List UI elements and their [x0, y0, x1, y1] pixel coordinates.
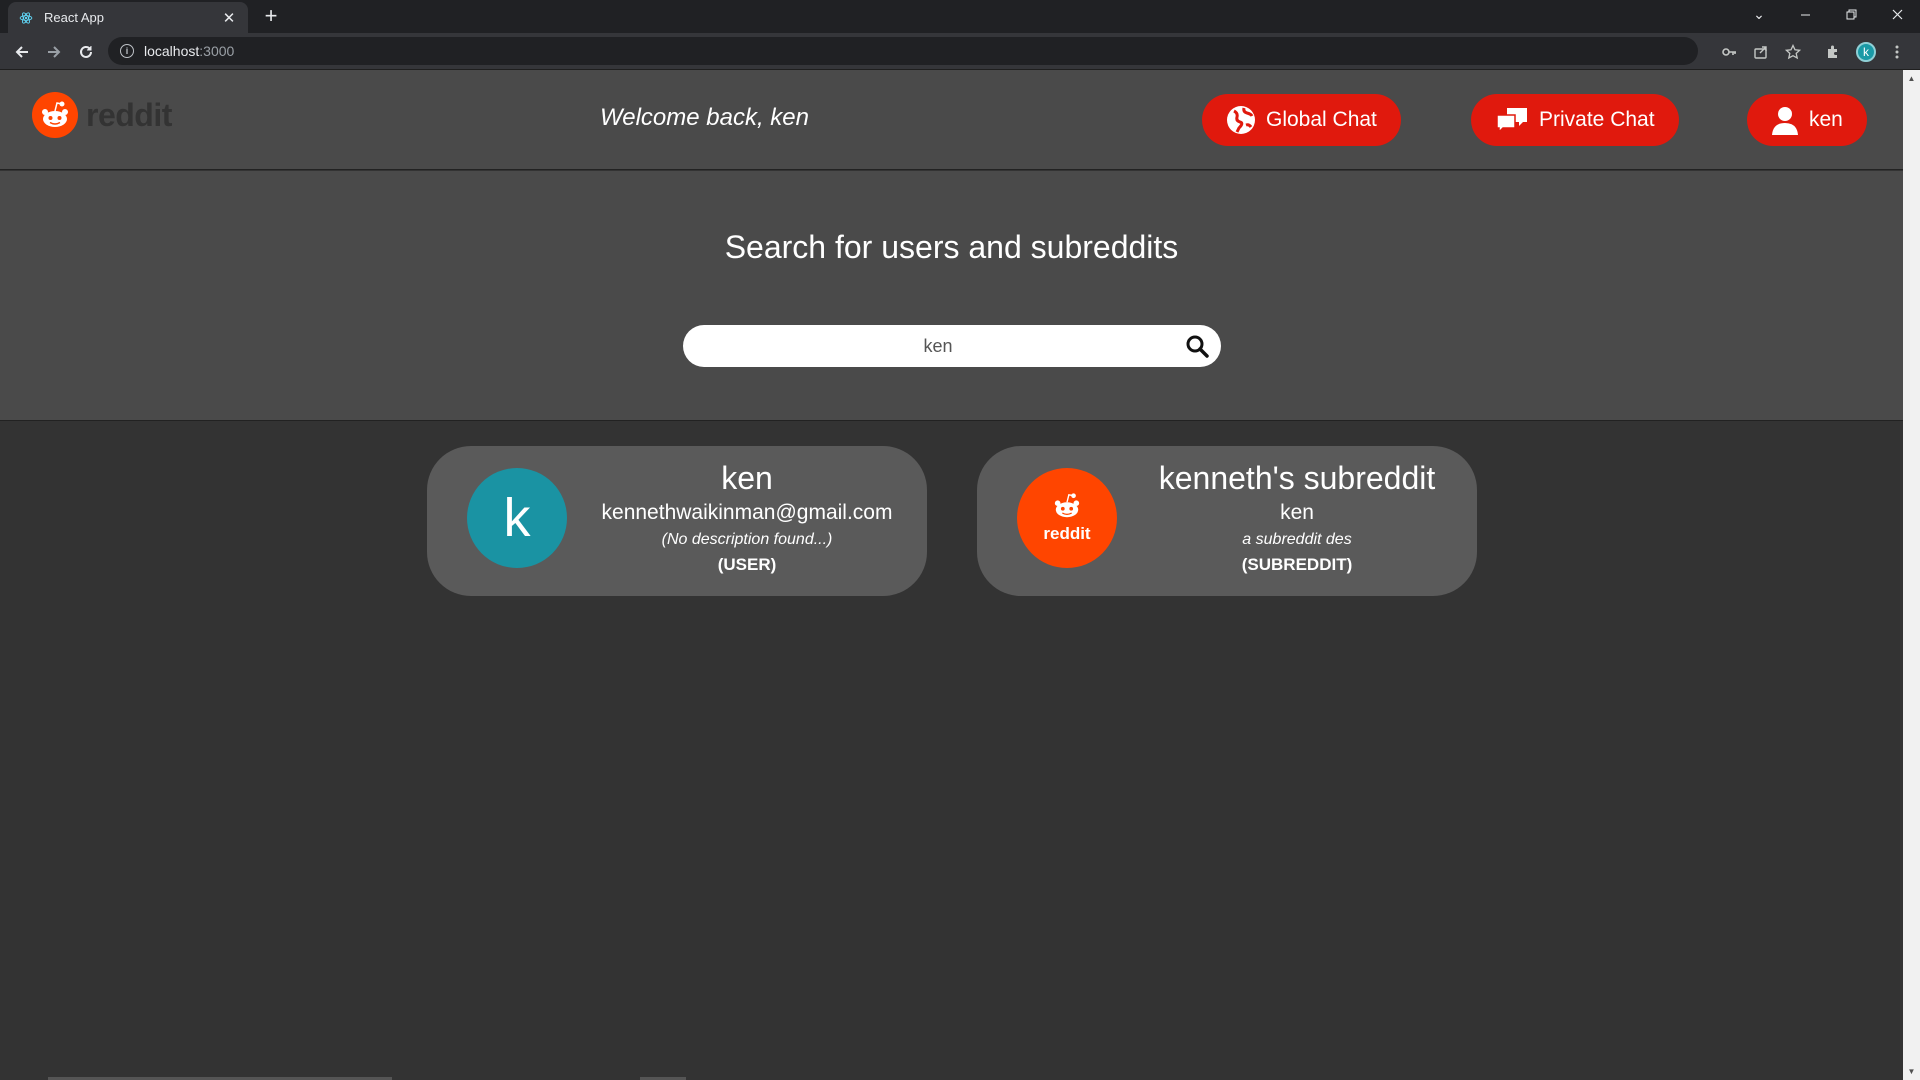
- card-title: kenneth's subreddit: [1158, 460, 1436, 496]
- card-type: (SUBREDDIT): [1241, 555, 1353, 574]
- tab-title: React App: [44, 10, 104, 25]
- global-chat-button[interactable]: Global Chat: [1202, 94, 1401, 146]
- react-icon: [18, 10, 34, 26]
- user-icon: [1771, 105, 1799, 135]
- welcome-message: Welcome back, ken: [600, 104, 809, 131]
- card-title: ken: [721, 460, 773, 496]
- extensions-icon[interactable]: [1822, 41, 1844, 63]
- restore-icon[interactable]: [1828, 0, 1874, 28]
- profile-button[interactable]: ken: [1747, 94, 1867, 146]
- card-text: ken kennethwaikinman@gmail.com (No descr…: [567, 458, 927, 578]
- bookmark-star-icon[interactable]: [1782, 41, 1804, 63]
- reload-icon[interactable]: [72, 38, 100, 66]
- browser-tabstrip: React App ✕ + ⌄: [0, 0, 1920, 33]
- subreddit-avatar-text: reddit: [1043, 524, 1091, 543]
- globe-icon: [1226, 105, 1256, 135]
- search-heading: Search for users and subreddits: [724, 229, 1179, 265]
- scroll-down-icon[interactable]: ▼: [1903, 1063, 1920, 1080]
- subreddit-avatar: reddit: [1017, 468, 1117, 568]
- logo-text: reddit: [86, 96, 172, 133]
- forward-icon[interactable]: [40, 38, 68, 66]
- chat-bubbles-icon: [1495, 106, 1529, 134]
- vertical-scrollbar[interactable]: ▲ ▼: [1903, 70, 1920, 1080]
- url-host: localhost: [144, 43, 200, 59]
- minimize-icon[interactable]: [1782, 0, 1828, 28]
- reddit-logo[interactable]: reddit: [32, 92, 172, 138]
- card-email: kennethwaikinman@gmail.com: [601, 501, 893, 524]
- search-icon[interactable]: [1173, 325, 1221, 367]
- card-type: (USER): [717, 555, 777, 574]
- profile-label: ken: [1809, 108, 1843, 131]
- user-avatar: k: [467, 468, 567, 568]
- search-section: Search for users and subreddits: [0, 171, 1903, 421]
- close-icon[interactable]: ✕: [220, 9, 238, 27]
- card-description: a subreddit des: [1242, 531, 1352, 548]
- browser-toolbar: i localhost:3000 k: [0, 33, 1920, 70]
- search-box: [683, 325, 1221, 367]
- card-description: (No description found...): [661, 531, 833, 548]
- browser-tab[interactable]: React App ✕: [8, 2, 248, 33]
- private-chat-label: Private Chat: [1539, 108, 1655, 131]
- result-card-subreddit[interactable]: reddit kenneth's subreddit ken a subredd…: [977, 446, 1477, 596]
- back-icon[interactable]: [8, 38, 36, 66]
- app-header: reddit Welcome back, ken Global Chat Pri…: [0, 70, 1903, 170]
- profile-avatar[interactable]: k: [1856, 42, 1876, 62]
- page-viewport: reddit Welcome back, ken Global Chat Pri…: [0, 70, 1903, 1080]
- reddit-snoo-icon: [32, 92, 78, 138]
- search-input[interactable]: [683, 325, 1173, 367]
- scroll-up-icon[interactable]: ▲: [1903, 70, 1920, 87]
- address-bar[interactable]: i localhost:3000: [108, 37, 1698, 65]
- result-card-user[interactable]: k ken kennethwaikinman@gmail.com (No des…: [427, 446, 927, 596]
- global-chat-label: Global Chat: [1266, 108, 1377, 131]
- private-chat-button[interactable]: Private Chat: [1471, 94, 1679, 146]
- reddit-snoo-icon: [1054, 493, 1080, 518]
- window-close-icon[interactable]: [1874, 0, 1920, 28]
- url-port: :3000: [199, 43, 235, 59]
- tab-search-icon[interactable]: ⌄: [1736, 0, 1782, 28]
- card-owner: ken: [1280, 501, 1314, 524]
- info-icon[interactable]: i: [120, 44, 134, 58]
- password-key-icon[interactable]: [1718, 41, 1740, 63]
- share-icon[interactable]: [1750, 41, 1772, 63]
- new-tab-button[interactable]: +: [258, 4, 284, 30]
- menu-dots-icon[interactable]: [1886, 41, 1908, 63]
- card-text: kenneth's subreddit ken a subreddit des …: [1117, 458, 1477, 578]
